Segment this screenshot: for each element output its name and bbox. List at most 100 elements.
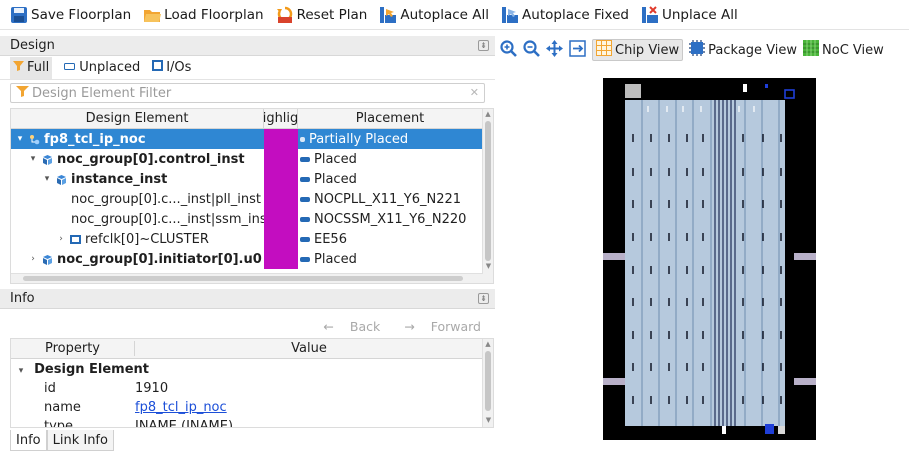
tab-link-info[interactable]: Link Info	[46, 430, 114, 451]
filter-ios-tab[interactable]: I/Os	[152, 60, 191, 75]
highlight-swatch[interactable]	[264, 229, 298, 249]
design-element-filter-input[interactable]: Design Element Filter ✕	[10, 83, 485, 103]
noc-view-button[interactable]: NoC View	[803, 39, 884, 61]
design-panel-title: Design	[10, 38, 55, 53]
autoplace-icon	[379, 6, 397, 24]
expand-arrow-icon[interactable]: ▾	[27, 154, 39, 164]
tree-row[interactable]: ▾ instance_inst Placed	[11, 169, 483, 189]
tree-row[interactable]: noc_group[0].c..._inst|ssm_inst NOCSSM_X…	[11, 209, 483, 229]
element-name: noc_group[0].c..._inst|pll_inst	[71, 191, 261, 207]
clear-filter-icon[interactable]: ✕	[470, 86, 479, 99]
expand-arrow-icon[interactable]: ▾	[41, 174, 53, 184]
highlight-swatch[interactable]	[264, 129, 298, 149]
expand-arrow-icon[interactable]: ›	[27, 254, 39, 264]
element-name: instance_inst	[71, 171, 168, 187]
chip-floorplan-canvas[interactable]	[603, 78, 816, 440]
chip-grid-icon	[596, 40, 612, 60]
design-filter-tabs: Full Unplaced I/Os	[0, 56, 495, 80]
scroll-up-icon[interactable]: ▲	[483, 109, 493, 119]
filter-unplaced-tab[interactable]: Unplaced	[64, 60, 140, 75]
property-row[interactable]: name fp8_tcl_ip_noc	[11, 398, 483, 417]
highlight-swatch[interactable]	[264, 189, 298, 209]
fit-view-button[interactable]	[569, 39, 586, 61]
tree-row[interactable]: ▾ noc_group[0].control_inst Placed	[11, 149, 483, 169]
forward-button[interactable]: → Forward	[392, 319, 481, 334]
chip-view-label: Chip View	[615, 42, 680, 58]
hscroll-thumb[interactable]	[23, 276, 463, 281]
tree-row[interactable]: noc_group[0].c..._inst|pll_inst NOCPLL_X…	[11, 189, 483, 209]
tree-row[interactable]: › noc_group[0].initiator[0].u0 Placed	[11, 249, 483, 269]
tree-row[interactable]: ▾ fp8_tcl_ip_noc Partially Placed	[11, 129, 483, 149]
fit-to-window-icon	[569, 39, 586, 61]
reset-plan-button[interactable]: Reset Plan	[276, 3, 368, 27]
property-row[interactable]: id 1910	[11, 379, 483, 398]
placement-value: Placed	[314, 151, 357, 167]
design-tree-grid: Design Element ighlig Placement ▾ fp8_tc…	[10, 108, 494, 284]
placement-value: Partially Placed	[309, 131, 409, 147]
info-panel: Info ⇟	[0, 289, 495, 309]
tree-vertical-scrollbar[interactable]: ▲ ▼	[482, 109, 493, 283]
col-placement[interactable]: Placement	[298, 109, 483, 128]
property-value-link[interactable]: fp8_tcl_ip_noc	[135, 400, 227, 415]
col-design-element[interactable]: Design Element	[11, 109, 264, 128]
highlight-swatch[interactable]	[264, 209, 298, 229]
expand-arrow-icon[interactable]: ▾	[15, 366, 27, 376]
property-key: name	[44, 400, 81, 415]
grid-header: Design Element ighlig Placement	[11, 109, 483, 129]
filter-full-tab[interactable]: Full	[10, 56, 53, 79]
autoplace-all-button[interactable]: Autoplace All	[379, 3, 489, 27]
fabric-region	[625, 100, 785, 426]
unplace-all-button[interactable]: Unplace All	[641, 3, 738, 27]
highlight-swatch[interactable]	[264, 169, 298, 189]
placement-marker-icon	[300, 136, 305, 142]
autoplace-fixed-button[interactable]: Autoplace Fixed	[501, 3, 629, 27]
save-floorplan-label: Save Floorplan	[31, 6, 132, 23]
chip-view-button[interactable]: Chip View	[592, 39, 684, 61]
unplace-all-label: Unplace All	[661, 6, 738, 23]
col-property[interactable]: Property	[11, 341, 135, 356]
property-row[interactable]: type INAME (INAME)	[11, 417, 483, 428]
col-highlight[interactable]: ighlig	[264, 109, 298, 128]
load-floorplan-button[interactable]: Load Floorplan	[143, 3, 264, 27]
folder-open-icon	[143, 6, 162, 24]
tree-horizontal-scrollbar[interactable]	[11, 273, 483, 283]
scroll-thumb[interactable]	[485, 121, 491, 261]
placement-marker-icon	[300, 176, 310, 182]
back-button[interactable]: ← Back	[311, 319, 380, 334]
placement-marker-icon	[300, 156, 310, 162]
instance-icon	[56, 174, 67, 185]
float-panel-icon[interactable]: ⇟	[478, 293, 489, 304]
io-square-icon	[152, 60, 164, 75]
zoom-out-button[interactable]	[523, 39, 540, 61]
expand-arrow-icon[interactable]: ▾	[14, 134, 26, 144]
reset-plan-label: Reset Plan	[296, 6, 368, 23]
property-section[interactable]: ▾ Design Element	[11, 360, 483, 379]
expand-arrow-icon[interactable]: ›	[55, 234, 67, 244]
property-vertical-scrollbar[interactable]: ▲ ▼	[482, 339, 493, 427]
io-square-icon	[70, 234, 81, 245]
element-name: noc_group[0].c..._inst|ssm_inst	[71, 211, 264, 227]
view-toolbar: Chip View Package View NoC View	[500, 38, 890, 62]
property-key: type	[44, 419, 74, 428]
tab-info[interactable]: Info	[10, 430, 47, 451]
package-view-button[interactable]: Package View	[689, 39, 797, 61]
scroll-down-icon[interactable]: ▼	[483, 261, 493, 271]
property-key: id	[44, 381, 56, 396]
scroll-thumb[interactable]	[485, 351, 491, 411]
tree-row[interactable]: › refclk[0]~CLUSTER EE56	[11, 229, 483, 249]
scroll-up-icon[interactable]: ▲	[483, 339, 493, 349]
float-panel-icon[interactable]: ⇟	[478, 40, 489, 51]
section-title: Design Element	[34, 362, 150, 377]
scroll-down-icon[interactable]: ▼	[483, 415, 493, 425]
pan-button[interactable]	[546, 39, 563, 61]
zoom-in-button[interactable]	[500, 39, 517, 61]
autoplace-fixed-icon	[501, 6, 519, 24]
highlight-swatch[interactable]	[264, 149, 298, 169]
element-name: noc_group[0].initiator[0].u0	[57, 251, 262, 267]
placement-value: EE56	[314, 231, 347, 247]
col-value[interactable]: Value	[135, 341, 483, 356]
highlight-swatch[interactable]	[264, 249, 298, 269]
save-floorplan-button[interactable]: Save Floorplan	[10, 3, 131, 27]
reset-icon	[276, 6, 294, 24]
placement-value: NOCSSM_X11_Y6_N220	[314, 211, 467, 227]
